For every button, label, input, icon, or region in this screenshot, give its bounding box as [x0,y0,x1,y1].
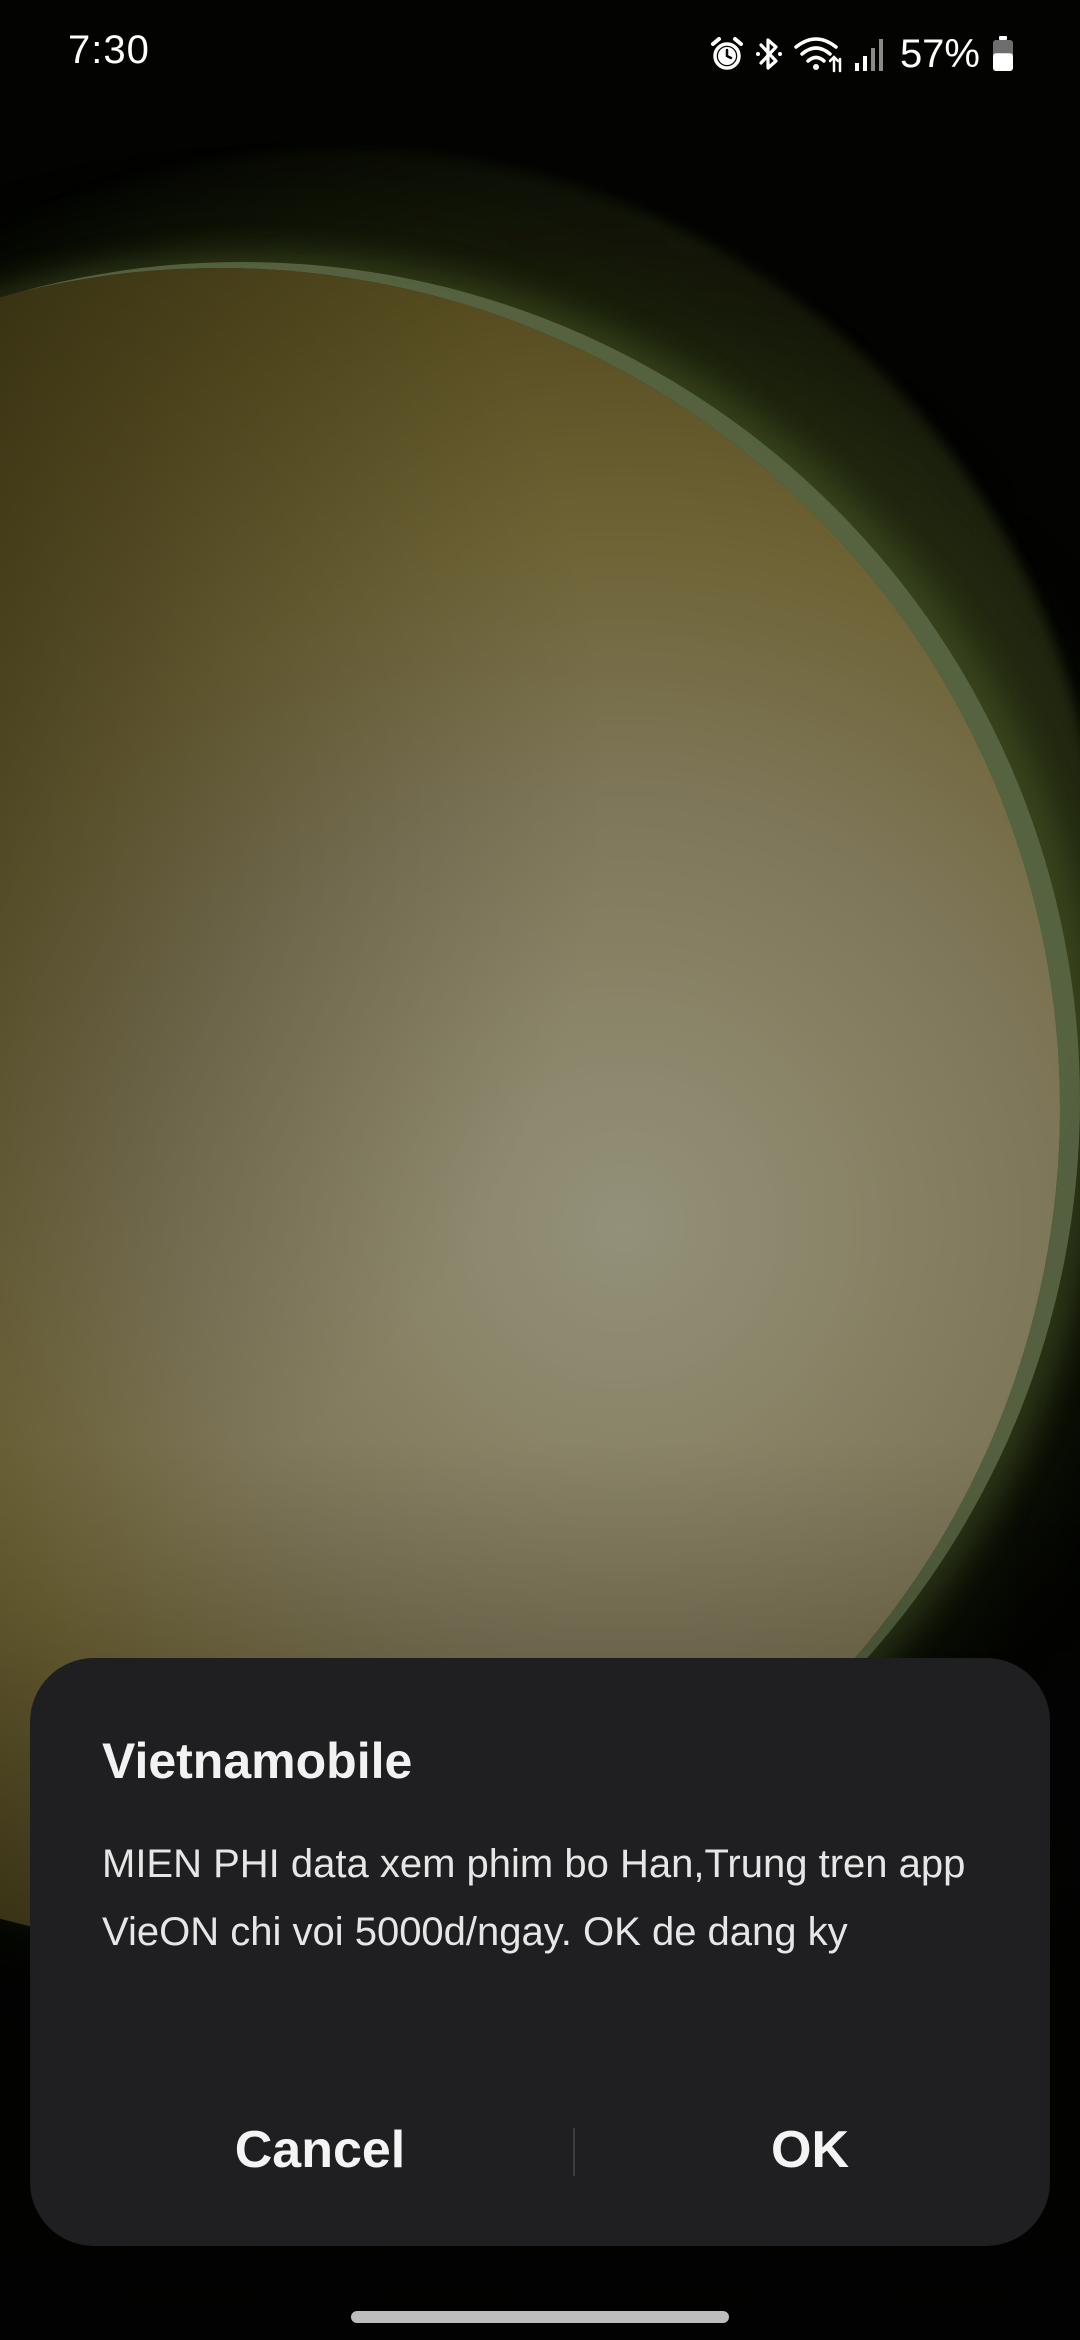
home-gesture-bar[interactable] [351,2311,729,2323]
status-icons: 57% [710,30,1014,78]
status-time: 7:30 [68,28,150,72]
carrier-dialog: Vietnamobile MIEN PHI data xem phim bo H… [30,1658,1050,2246]
battery-icon [992,36,1014,72]
phone-screen: 7:30 57% Vietnamobile MIEN PHI data xem … [0,0,1080,2340]
bluetooth-icon [755,35,782,73]
dialog-message: MIEN PHI data xem phim bo Han,Trung tren… [102,1842,966,1954]
dialog-title: Vietnamobile [102,1733,413,1789]
wifi-icon [794,35,842,73]
alarm-icon [710,36,744,72]
cancel-button[interactable]: Cancel [70,2098,570,2202]
battery-percent: 57% [899,31,980,76]
status-bar: 7:30 57% [0,0,1080,108]
dialog-actions: Cancel OK [30,2098,1050,2202]
ok-button[interactable]: OK [570,2098,1050,2202]
signal-icon [854,37,884,71]
